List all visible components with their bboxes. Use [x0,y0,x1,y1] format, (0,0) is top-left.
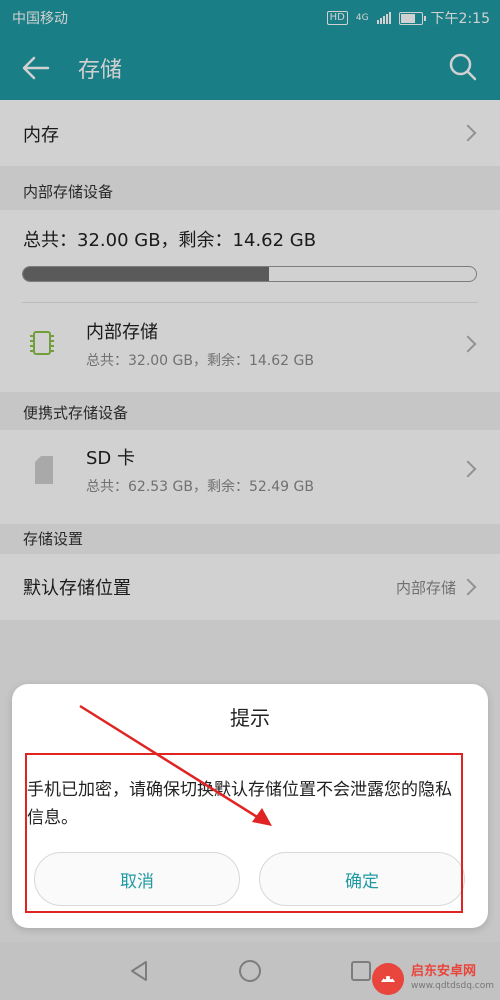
watermark-logo-icon [372,963,405,995]
annotation-arrow [79,704,272,826]
watermark-url: www.qdtdsdq.com [411,981,494,991]
watermark: 启东安卓网 www.qdtdsdq.com [371,962,494,996]
watermark-name: 启东安卓网 [411,964,477,979]
